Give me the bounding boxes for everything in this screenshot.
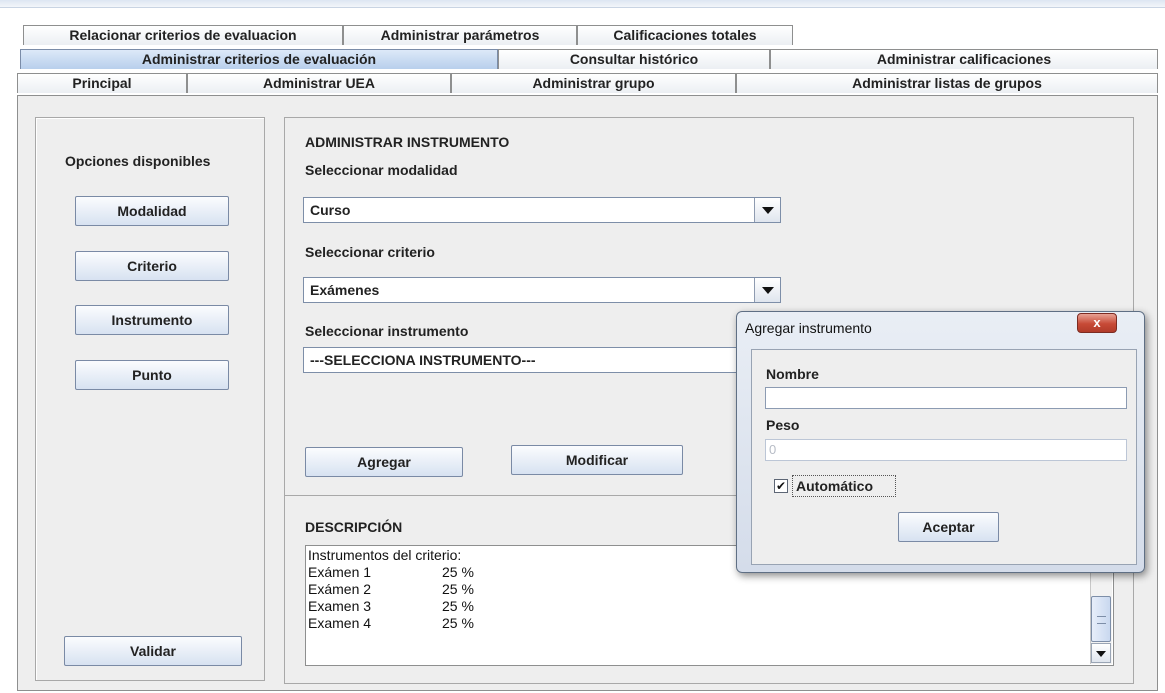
- description-item: Exámen 1 25 %: [308, 564, 474, 581]
- scrollbar-thumb[interactable]: [1091, 596, 1111, 642]
- instrumento-select[interactable]: ---SELECCIONA INSTRUMENTO---: [303, 347, 781, 373]
- tab-administrar-criterios[interactable]: Administrar criterios de evaluación: [20, 49, 498, 69]
- chevron-down-icon[interactable]: [754, 278, 780, 302]
- peso-value: 0: [769, 442, 777, 457]
- window-top-strip: [0, 0, 1165, 8]
- tab-calificaciones-totales[interactable]: Calificaciones totales: [577, 25, 793, 45]
- scroll-down-icon[interactable]: [1091, 643, 1111, 663]
- criterio-value: Exámenes: [310, 282, 380, 298]
- close-icon[interactable]: x: [1077, 313, 1117, 333]
- description-item: Examen 4 25 %: [308, 615, 474, 632]
- description-intro: Instrumentos del criterio:: [308, 547, 462, 563]
- chevron-down-icon[interactable]: [754, 198, 780, 222]
- criterio-button[interactable]: Criterio: [75, 251, 229, 281]
- tab-principal[interactable]: Principal: [17, 73, 187, 93]
- validar-button[interactable]: Validar: [64, 636, 242, 666]
- tab-administrar-parametros[interactable]: Administrar parámetros: [343, 25, 577, 45]
- item-name: Exámen 1: [308, 564, 372, 580]
- agregar-button[interactable]: Agregar: [305, 447, 463, 477]
- item-percent: 25 %: [442, 564, 474, 580]
- peso-label: Peso: [766, 417, 800, 433]
- page-title: ADMINISTRAR INSTRUMENTO: [305, 134, 510, 150]
- description-title: DESCRIPCIÓN: [305, 519, 403, 535]
- instrumento-button[interactable]: Instrumento: [75, 305, 229, 335]
- modalidad-select[interactable]: Curso: [303, 197, 781, 223]
- options-title: Opciones disponibles: [65, 153, 211, 169]
- tab-consultar-historico[interactable]: Consultar histórico: [498, 49, 770, 69]
- description-item: Exámen 2 25 %: [308, 581, 474, 598]
- item-percent: 25 %: [442, 581, 474, 597]
- item-name: Examen 4: [308, 615, 372, 631]
- nombre-label: Nombre: [766, 366, 819, 382]
- punto-button[interactable]: Punto: [75, 360, 229, 390]
- item-name: Examen 3: [308, 598, 372, 614]
- nombre-field[interactable]: [765, 387, 1127, 409]
- item-name: Exámen 2: [308, 581, 372, 597]
- dialog-title: Agregar instrumento: [745, 320, 872, 336]
- tab-relacionar-criterios[interactable]: Relacionar criterios de evaluacion: [23, 25, 343, 45]
- criterio-label: Seleccionar criterio: [305, 244, 435, 260]
- tab-administrar-grupo[interactable]: Administrar grupo: [451, 73, 736, 93]
- tab-administrar-uea[interactable]: Administrar UEA: [187, 73, 451, 93]
- instrumento-value: ---SELECCIONA INSTRUMENTO---: [310, 352, 536, 368]
- criterio-select[interactable]: Exámenes: [303, 277, 781, 303]
- automatico-label[interactable]: Automático: [796, 478, 873, 494]
- peso-field[interactable]: 0: [765, 439, 1127, 461]
- modificar-button[interactable]: Modificar: [511, 445, 683, 475]
- automatico-checkbox[interactable]: ✔: [774, 479, 788, 493]
- tab-administrar-calificaciones[interactable]: Administrar calificaciones: [770, 49, 1158, 69]
- item-percent: 25 %: [442, 598, 474, 614]
- tab-administrar-listas[interactable]: Administrar listas de grupos: [736, 73, 1158, 93]
- instrumento-label: Seleccionar instrumento: [305, 323, 469, 339]
- modalidad-label: Seleccionar modalidad: [305, 162, 458, 178]
- modalidad-button[interactable]: Modalidad: [75, 196, 229, 226]
- aceptar-button[interactable]: Aceptar: [898, 512, 999, 542]
- item-percent: 25 %: [442, 615, 474, 631]
- modalidad-value: Curso: [310, 202, 351, 218]
- description-item: Examen 3 25 %: [308, 598, 474, 615]
